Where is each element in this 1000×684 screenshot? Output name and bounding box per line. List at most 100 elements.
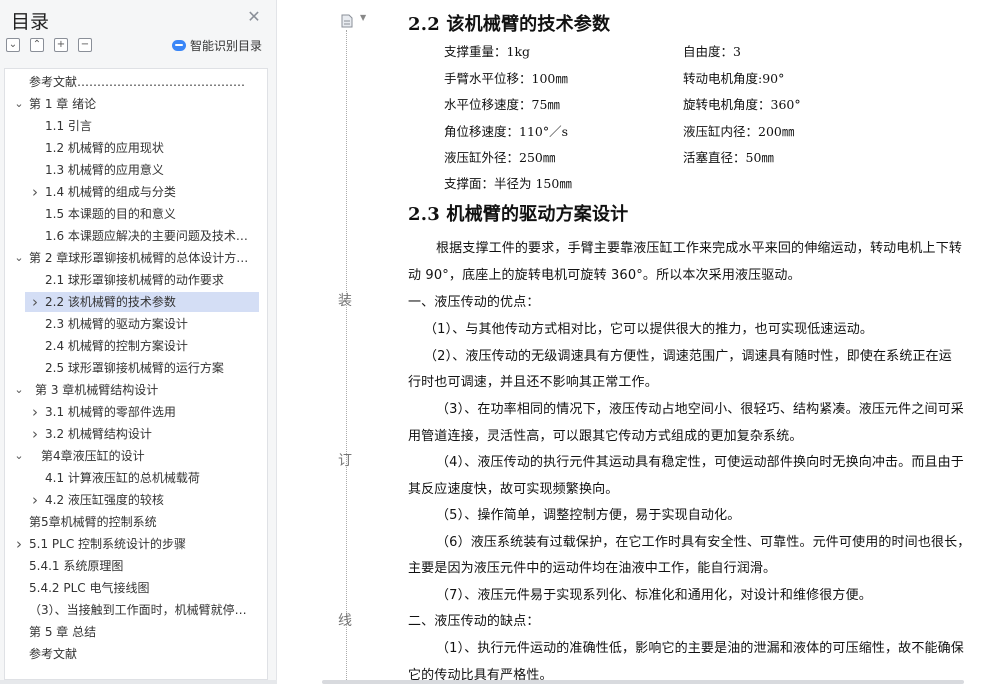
toc-item-label: 1.5 本课题的目的和意义	[45, 207, 176, 221]
document-icon[interactable]	[341, 14, 353, 28]
toc-item-label: 第5章机械臂的控制系统	[29, 515, 157, 529]
param-value: 角位移速度：110°／s	[444, 124, 569, 139]
toc-item-label: 第 2 章球形罩铆接机械臂的总体设计方…	[29, 251, 249, 265]
toc-item-label: 第 5 章 总结	[29, 625, 97, 639]
toc-list: 参考文献…………………………………………………… ⌄ 第 1 章 绪论 1.1 引言 1…	[4, 68, 268, 680]
toc-item[interactable]: 2.3 机械臂的驱动方案设计	[5, 314, 267, 334]
chevron-right-icon[interactable]: ›	[30, 182, 40, 202]
param-value: 手臂水平位移：100㎜	[444, 71, 568, 86]
toc-item-label: （3）、当接触到工作面时，机械臂就停…	[29, 603, 247, 617]
chevron-right-icon[interactable]: ›	[30, 490, 40, 510]
toc-item[interactable]: 5.4.1 系统原理图	[5, 556, 267, 576]
toc-item[interactable]: › 5.1 PLC 控制系统设计的步骤	[5, 534, 267, 554]
toc-item-label: 3.2 机械臂结构设计	[45, 427, 152, 441]
toc-item[interactable]: （3）、当接触到工作面时，机械臂就停…	[5, 600, 267, 620]
chevron-down-icon[interactable]: ⌄	[14, 446, 24, 466]
toc-item-label: 1.2 机械臂的应用现状	[45, 141, 164, 155]
chevron-right-icon[interactable]: ›	[30, 292, 40, 312]
toc-item-label: 1.3 机械臂的应用意义	[45, 163, 164, 177]
chevron-right-icon[interactable]: ›	[14, 534, 24, 554]
toc-item[interactable]: 1.5 本课题的目的和意义	[5, 204, 267, 224]
toc-item[interactable]: 第 5 章 总结	[5, 622, 267, 642]
paragraph-line: 二、液压传动的缺点：	[408, 614, 540, 629]
toc-item-label: 5.1 PLC 控制系统设计的步骤	[29, 537, 187, 551]
binding-mark: 线	[338, 613, 352, 629]
toc-item-label: 3.1 机械臂的零部件选用	[45, 405, 176, 419]
paragraph-line: 根据支撑工件的要求，手臂主要靠液压缸工作来完成水平来回的伸缩运动，转动电机上下转	[436, 241, 963, 256]
toc-item[interactable]: 5.4.2 PLC 电气接线图	[5, 578, 267, 598]
param-value: 支撑面：半径为 150㎜	[444, 176, 572, 191]
paragraph-line: 用管道连接，灵活性高，可以跟其它传动方式组成的更加复杂系统。	[408, 429, 803, 444]
minus-icon[interactable]: −	[78, 38, 92, 52]
param-value: 旋转电机角度：360°	[683, 97, 801, 112]
param-value: 自由度：3	[683, 44, 741, 59]
toc-item[interactable]: ⌄ 第 1 章 绪论	[5, 94, 267, 114]
toc-item[interactable]: 2.5 球形罩铆接机械臂的运行方案	[5, 358, 267, 378]
ai-cloud-icon	[172, 40, 186, 51]
collapse-all-icon[interactable]: ⌄	[6, 38, 20, 52]
document-page	[278, 0, 1000, 684]
paragraph-line: （4）、液压传动的执行元件其运动具有稳定性，可使运动部件换向时无换向冲击。而且由…	[436, 455, 964, 470]
toc-item[interactable]: 1.1 引言	[5, 116, 267, 136]
toc-item-label: 参考文献……………………………………………………	[29, 75, 255, 89]
toc-title: 目录	[11, 11, 50, 33]
toc-item-label: 第4章液压缸的设计	[41, 449, 145, 463]
toc-item-label: 2.4 机械臂的控制方案设计	[45, 339, 188, 353]
toc-item[interactable]: 1.3 机械臂的应用意义	[5, 160, 267, 180]
toc-item[interactable]: 参考文献	[5, 644, 267, 664]
toc-item-label: 4.2 液压缸强度的较核	[45, 493, 164, 507]
section-heading: 2.3 机械臂的驱动方案设计	[408, 204, 629, 225]
smart-toc-button[interactable]: 智能识别目录	[172, 37, 262, 54]
param-value: 支撑重量：1kg	[444, 44, 531, 59]
toc-item-label: 1.1 引言	[45, 119, 92, 133]
horizontal-scrollbar[interactable]	[322, 680, 964, 684]
toc-item[interactable]: 参考文献……………………………………………………	[5, 72, 267, 92]
paragraph-line: 一、液压传动的优点：	[408, 295, 540, 310]
sidebar-scrollbar[interactable]	[0, 680, 277, 684]
toc-item-label: 第 1 章 绪论	[29, 97, 97, 111]
toc-item-label: 1.4 机械臂的组成与分类	[45, 185, 176, 199]
toc-item[interactable]: 1.2 机械臂的应用现状	[5, 138, 267, 158]
toc-item-label: 参考文献	[29, 647, 78, 661]
chevron-down-icon[interactable]: ⌄	[14, 94, 24, 114]
chevron-down-icon[interactable]: ⌄	[14, 380, 24, 400]
toc-item[interactable]: ⌄ 第4章液压缸的设计	[5, 446, 267, 466]
toc-item-label: 第 3 章机械臂结构设计	[35, 383, 159, 397]
param-value: 转动电机角度:90°	[683, 71, 785, 86]
chevron-down-icon[interactable]: ▼	[360, 13, 366, 22]
toc-item-label: 2.2 该机械臂的技术参数	[45, 295, 176, 309]
binding-mark: 装	[338, 293, 352, 309]
toc-item-label: 2.3 机械臂的驱动方案设计	[45, 317, 188, 331]
chevron-right-icon[interactable]: ›	[30, 424, 40, 444]
chevron-right-icon[interactable]: ›	[30, 402, 40, 422]
param-value: 活塞直径：50㎜	[683, 150, 774, 165]
toc-item[interactable]: ⌄ 第 2 章球形罩铆接机械臂的总体设计方…	[5, 248, 267, 268]
toc-item-label: 5.4.1 系统原理图	[29, 559, 124, 573]
paragraph-line: （7）、液压元件易于实现系列化、标准化和通用化，对设计和维修很方便。	[436, 588, 872, 603]
toc-item[interactable]: 1.6 本课题应解决的主要问题及技术…	[5, 226, 267, 246]
paragraph-line: （1）、执行元件运动的准确性低，影响它的主要是油的泄漏和液体的可压缩性，故不能确…	[436, 641, 964, 656]
toc-item[interactable]: › 3.2 机械臂结构设计	[5, 424, 267, 444]
param-value: 液压缸内径：200㎜	[683, 124, 795, 139]
chevron-down-icon[interactable]: ⌄	[14, 248, 24, 268]
plus-icon[interactable]: +	[54, 38, 68, 52]
toc-item[interactable]: › 1.4 机械臂的组成与分类	[5, 182, 267, 202]
toc-item[interactable]: 4.1 计算液压缸的总机械载荷	[5, 468, 267, 488]
param-value: 液压缸外径：250㎜	[444, 150, 556, 165]
toc-item[interactable]: › 2.2 该机械臂的技术参数	[25, 292, 259, 312]
toc-item[interactable]: ⌄ 第 3 章机械臂结构设计	[5, 380, 267, 400]
toc-sidebar: 目录 ✕ ⌄ ⌃ + − 智能识别目录 参考文献……………………………………………	[0, 0, 277, 684]
toc-item[interactable]: 2.1 球形罩铆接机械臂的动作要求	[5, 270, 267, 290]
binding-line	[346, 30, 347, 684]
expand-all-icon[interactable]: ⌃	[30, 38, 44, 52]
toc-item[interactable]: › 4.2 液压缸强度的较核	[5, 490, 267, 510]
toc-item[interactable]: 2.4 机械臂的控制方案设计	[5, 336, 267, 356]
toc-item[interactable]: › 3.1 机械臂的零部件选用	[5, 402, 267, 422]
close-icon[interactable]: ✕	[246, 9, 262, 25]
smart-toc-label: 智能识别目录	[190, 39, 263, 53]
paragraph-line: （6）液压系统装有过载保护，在它工作时具有安全性、可靠性。元件可使用的时间也很长…	[436, 535, 971, 550]
paragraph-line: （2）、液压传动的无级调速具有方便性，调速范围广，调速具有随时性，即使在系统正在…	[424, 349, 952, 364]
binding-mark: 订	[338, 453, 352, 469]
paragraph-line: （1）、与其他传动方式相对比，它可以提供很大的推力，也可实现低速运动。	[424, 322, 874, 337]
toc-item[interactable]: 第5章机械臂的控制系统	[5, 512, 267, 532]
